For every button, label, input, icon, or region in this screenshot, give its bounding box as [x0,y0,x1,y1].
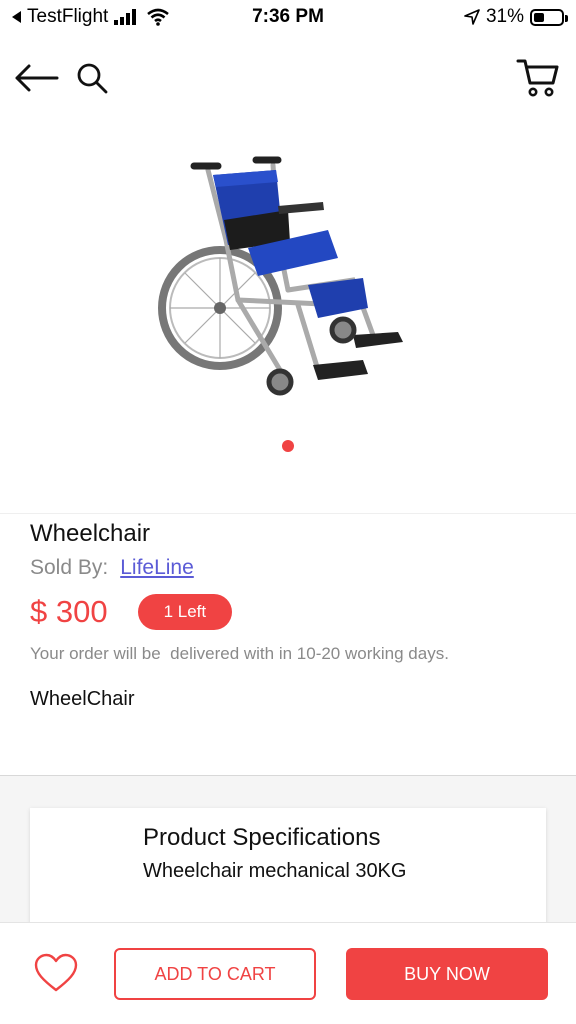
specifications-title: Product Specifications [143,824,381,851]
product-price: $ 300 [30,594,108,629]
stock-badge: 1 Left [137,594,233,630]
wheelchair-image [158,156,403,396]
seller-link[interactable]: LifeLine [120,556,194,580]
specifications-value: Wheelchair mechanical 30KG [143,860,407,882]
delivery-note: Your order will be delivered with in 10-… [30,644,449,663]
location-arrow-icon [464,9,480,25]
cart-button[interactable] [514,54,562,102]
arrow-left-icon [15,64,59,92]
sold-by-label: Sold By: [30,556,109,579]
price-row: $ 300 1 Left [30,594,550,630]
battery-icon [530,8,568,26]
heart-icon [34,953,78,992]
battery-percent: 31% [485,6,524,27]
product-title: Wheelchair [30,520,151,547]
add-to-cart-button[interactable]: ADD TO CART [114,948,316,1000]
status-right: 31% [464,6,568,28]
favorite-button[interactable] [30,949,82,997]
carousel-indicator-dot[interactable] [282,440,294,452]
cart-icon [516,59,559,97]
buy-now-button[interactable]: BUY NOW [346,948,548,1000]
search-icon [77,63,108,94]
back-button[interactable] [12,54,60,102]
bottom-action-bar: ADD TO CART BUY NOW [0,922,576,1024]
specifications-card: Product Specifications Wheelchair mechan… [30,808,546,938]
app-header [0,50,576,106]
divider [0,513,576,514]
product-info: Wheelchair Sold By: LifeLine $ 300 1 Lef… [30,518,550,711]
sold-by-row: Sold By: LifeLine [30,556,550,580]
product-image-carousel[interactable] [0,130,576,430]
status-bar: TestFlight 7:36 PM 31% [0,0,576,34]
product-description: WheelChair [30,688,135,710]
search-button[interactable] [68,54,116,102]
